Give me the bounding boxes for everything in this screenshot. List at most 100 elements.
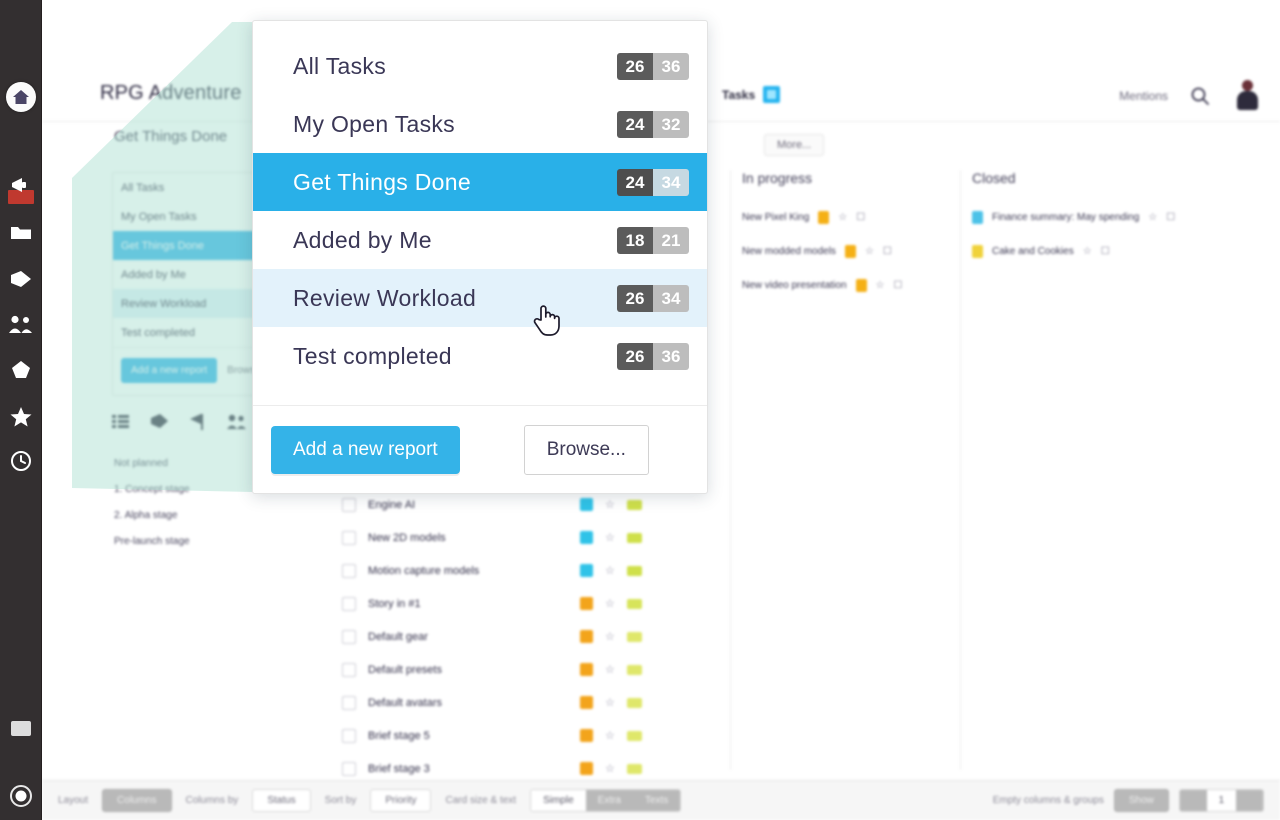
star-icon[interactable]: ☆	[1148, 212, 1157, 223]
list-item[interactable]: New 2D models ☆	[342, 521, 682, 554]
toggle-option-left[interactable]	[1179, 790, 1207, 811]
mentions-link[interactable]: Mentions	[1119, 89, 1168, 103]
report-badge: 26 36	[617, 53, 689, 80]
popup-report-item-all-tasks[interactable]: All Tasks 26 36	[253, 37, 707, 95]
stage-item[interactable]: Pre-launch stage	[114, 536, 190, 547]
popup-report-item-test-completed[interactable]: Test completed 26 36	[253, 327, 707, 385]
task-checkbox[interactable]	[342, 728, 356, 743]
star-icon[interactable]: ☆	[605, 597, 615, 610]
size-option-simple[interactable]: Simple	[531, 790, 586, 811]
toggle-option-two[interactable]	[1236, 790, 1263, 811]
task-checkbox[interactable]	[342, 497, 356, 512]
task-checkbox[interactable]	[342, 761, 356, 776]
flag-icon[interactable]	[190, 414, 205, 435]
list-item[interactable]: Brief stage 5 ☆	[342, 719, 682, 752]
home-icon[interactable]	[6, 82, 36, 112]
more-button[interactable]: More...	[764, 134, 825, 156]
star-icon[interactable]: ☆	[605, 762, 615, 775]
tag-swatch	[626, 631, 642, 642]
star-icon[interactable]: ☆	[876, 280, 885, 291]
layout-value[interactable]: Columns	[102, 789, 172, 812]
comment-icon[interactable]: ☐	[856, 212, 865, 223]
list-icon[interactable]	[112, 414, 129, 435]
stage-item[interactable]: Not planned	[114, 458, 190, 469]
toggle-option-one[interactable]: 1	[1206, 790, 1237, 811]
report-label: Added by Me	[293, 226, 432, 253]
size-option-texts[interactable]: Texts	[633, 790, 681, 811]
card-color-swatch	[855, 278, 867, 292]
power-icon[interactable]	[0, 778, 42, 814]
report-label: My Open Tasks	[121, 210, 197, 223]
comment-icon[interactable]: ☐	[893, 280, 902, 291]
browse-button[interactable]: Browse...	[523, 424, 649, 475]
columns-by-value[interactable]: Status	[252, 789, 311, 812]
star-icon[interactable]: ☆	[605, 663, 615, 676]
star-icon[interactable]	[0, 398, 42, 434]
empty-columns-label: Empty columns & groups	[992, 795, 1104, 806]
diamond-icon[interactable]	[0, 352, 42, 388]
comment-icon[interactable]: ☐	[1166, 212, 1175, 223]
list-item[interactable]: Default presets ☆	[342, 653, 682, 686]
task-name: Default presets	[368, 663, 442, 676]
search-icon[interactable]	[1190, 86, 1210, 111]
empty-columns-value[interactable]: Show	[1113, 789, 1169, 812]
tag-icon[interactable]	[0, 261, 42, 297]
comment-icon[interactable]: ☐	[1101, 246, 1110, 257]
add-report-button[interactable]: Add a new report	[121, 358, 218, 383]
comment-icon[interactable]: ☐	[883, 246, 892, 257]
star-icon[interactable]: ☆	[605, 564, 615, 577]
tag-icon[interactable]	[151, 414, 168, 435]
kanban-card[interactable]: New Pixel King ☆ ☐	[742, 200, 952, 234]
popup-report-item-my-open-tasks[interactable]: My Open Tasks 24 32	[253, 95, 707, 153]
tag-swatch	[626, 664, 642, 675]
report-badge: 26 36	[617, 343, 689, 370]
card-color-swatch	[818, 210, 830, 224]
card-title: New video presentation	[742, 279, 847, 291]
star-icon[interactable]: ☆	[605, 498, 615, 511]
stage-item[interactable]: 2. Alpha stage	[114, 510, 190, 521]
popup-report-item-added-by-me[interactable]: Added by Me 18 21	[253, 211, 707, 269]
popup-report-item-review-workload[interactable]: Review Workload 26 34	[253, 269, 707, 327]
list-item[interactable]: Motion capture models ☆	[342, 554, 682, 587]
card-color-swatch	[844, 244, 856, 258]
star-icon[interactable]: ☆	[605, 630, 615, 643]
sort-by-value[interactable]: Priority	[370, 789, 432, 812]
stage-item[interactable]: 1. Concept stage	[114, 484, 190, 495]
bottom-toolbar-right: Empty columns & groups Show 1	[993, 789, 1264, 812]
list-item[interactable]: Default gear ☆	[342, 620, 682, 653]
star-icon[interactable]: ☆	[1083, 246, 1092, 257]
task-name: Default avatars	[368, 696, 442, 709]
people-icon[interactable]	[227, 414, 247, 435]
kanban-card[interactable]: Cake and Cookies ☆ ☐	[972, 234, 1272, 268]
star-icon[interactable]: ☆	[605, 729, 615, 742]
add-new-report-button[interactable]: Add a new report	[271, 425, 460, 474]
clock-icon[interactable]	[0, 443, 42, 479]
popup-report-item-get-things-done[interactable]: Get Things Done 24 34	[253, 153, 707, 211]
star-icon[interactable]: ☆	[838, 212, 847, 223]
stage-list: Not planned 1. Concept stage 2. Alpha st…	[114, 458, 190, 562]
task-checkbox[interactable]	[342, 629, 356, 644]
report-label: Test completed	[121, 326, 195, 339]
kanban-card[interactable]: Finance summary: May spending ☆ ☐	[972, 200, 1272, 234]
task-checkbox[interactable]	[342, 530, 356, 545]
star-icon[interactable]: ☆	[605, 531, 615, 544]
task-checkbox[interactable]	[342, 695, 356, 710]
reports-popup: All Tasks 26 36 My Open Tasks 24 32 Get …	[252, 20, 708, 494]
folder-icon[interactable]	[0, 214, 42, 250]
list-item[interactable]: Default avatars ☆	[342, 686, 682, 719]
card-icon[interactable]	[0, 710, 42, 746]
size-option-extra[interactable]: Extra	[585, 790, 633, 811]
priority-swatch	[580, 597, 593, 610]
star-icon[interactable]: ☆	[605, 696, 615, 709]
list-item[interactable]: Story in #1 ☆	[342, 587, 682, 620]
tab-tasks[interactable]: Tasks	[722, 86, 781, 103]
task-checkbox[interactable]	[342, 563, 356, 578]
star-icon[interactable]: ☆	[865, 246, 874, 257]
kanban-card[interactable]: New modded models ☆ ☐	[742, 234, 952, 268]
people-icon[interactable]	[0, 306, 42, 342]
task-checkbox[interactable]	[342, 662, 356, 677]
kanban-card[interactable]: New video presentation ☆ ☐	[742, 268, 952, 302]
avatar[interactable]	[1234, 80, 1262, 110]
task-checkbox[interactable]	[342, 596, 356, 611]
megaphone-icon[interactable]	[0, 168, 42, 204]
